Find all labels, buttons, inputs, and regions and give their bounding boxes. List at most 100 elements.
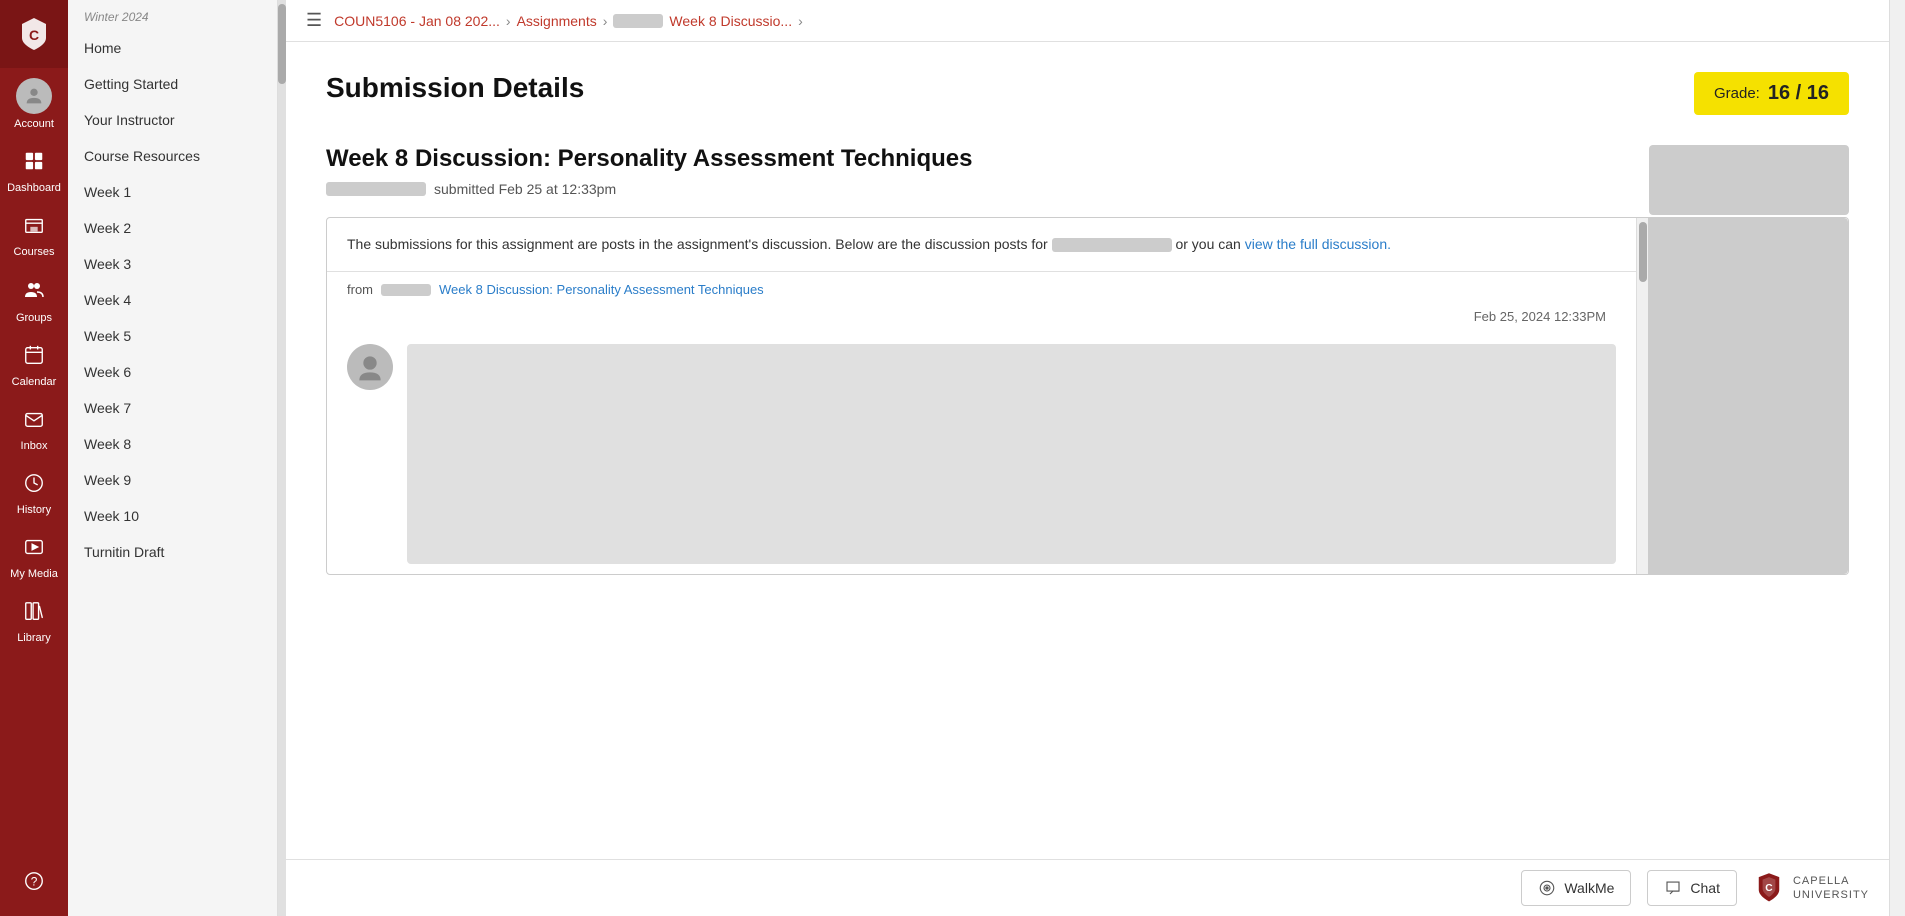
main-content: ☰ COUN5106 - Jan 08 202... › Assignments… [286,0,1889,916]
nav-label-library: Library [17,632,51,644]
sidebar-item-your-instructor[interactable]: Your Instructor [68,102,277,138]
nav-label-groups: Groups [16,312,52,324]
nav-item-dashboard[interactable]: Dashboard [0,140,68,204]
nav-item-library[interactable]: Library [0,590,68,654]
view-full-discussion-link[interactable]: view the full discussion. [1245,236,1391,252]
sidebar-item-home[interactable]: Home [68,30,277,66]
nav-item-inbox[interactable]: Inbox [0,398,68,462]
sidebar-item-course-resources[interactable]: Course Resources [68,138,277,174]
sidebar-season: Winter 2024 [68,0,277,30]
library-icon [23,600,45,628]
history-icon [23,472,45,500]
calendar-icon [23,344,45,372]
avatar [16,78,52,114]
post-body-blurred [407,344,1616,564]
sidebar-item-week-9[interactable]: Week 9 [68,462,277,498]
sidebar-item-getting-started[interactable]: Getting Started [68,66,277,102]
assignment-left: Week 8 Discussion: Personality Assessmen… [326,145,1629,217]
grade-value: 16 / 16 [1768,82,1829,105]
discussion-scroll-thumb [1639,222,1647,282]
discussion-scrollbar[interactable] [1636,218,1648,574]
capella-logo: C CAPELLA UNIVERSITY [1753,872,1869,904]
sidebar-item-week-6[interactable]: Week 6 [68,354,277,390]
inbox-icon [23,408,45,436]
chat-label: Chat [1690,880,1720,896]
submission-info: submitted Feb 25 at 12:33pm [326,181,1629,197]
sidebar-scroll-thumb [278,4,286,84]
sidebar-item-week-5[interactable]: Week 5 [68,318,277,354]
sidebar-item-week-8[interactable]: Week 8 [68,426,277,462]
discussion-intro: The submissions for this assignment are … [347,236,1048,252]
assignment-title: Week 8 Discussion: Personality Assessmen… [326,145,1629,173]
assignment-row: Week 8 Discussion: Personality Assessmen… [326,145,1849,217]
student-name-blurred [1052,238,1172,252]
discussion-topic-link[interactable]: Week 8 Discussion: Personality Assessmen… [439,282,764,297]
discussion-intro-text: The submissions for this assignment are … [327,218,1636,272]
nav-label-courses: Courses [14,246,55,258]
sidebar-item-week-2[interactable]: Week 2 [68,210,277,246]
or-text: or you can [1175,236,1240,252]
breadcrumb-sep-1: › [506,13,511,29]
sidebar-item-week-3[interactable]: Week 3 [68,246,277,282]
svg-text:C: C [1765,883,1773,894]
breadcrumb-discussion[interactable]: Week 8 Discussio... [669,13,792,29]
breadcrumb-assignments[interactable]: Assignments [517,13,597,29]
discussion-date: Feb 25, 2024 12:33PM [327,307,1636,334]
sidebar-item-week-10[interactable]: Week 10 [68,498,277,534]
discussion-from-row: from Week 8 Discussion: Personality Asse… [327,272,1636,307]
left-nav: C Account Dashboard Courses Groups Calen… [0,0,68,916]
dashboard-icon [23,150,45,178]
courseroom-logo[interactable]: C [0,0,68,68]
chat-button[interactable]: Chat [1647,870,1737,906]
nav-item-calendar[interactable]: Calendar [0,334,68,398]
nav-label-calendar: Calendar [12,376,57,388]
from-name-blurred [381,284,431,296]
assignment-right-panel [1649,145,1849,215]
breadcrumb-course[interactable]: COUN5106 - Jan 08 202... [334,13,500,29]
sidebar-item-turnitin-draft[interactable]: Turnitin Draft [68,534,277,570]
my-media-icon [23,536,45,564]
sidebar-item-week-7[interactable]: Week 7 [68,390,277,426]
discussion-container: The submissions for this assignment are … [326,217,1849,575]
breadcrumb-blurred [613,14,663,28]
sidebar-item-week-1[interactable]: Week 1 [68,174,277,210]
nav-item-account[interactable]: Account [0,68,68,140]
submitted-text: submitted Feb 25 at 12:33pm [434,181,616,197]
groups-icon [22,278,46,308]
submitter-name-blurred [326,182,426,196]
post-avatar [347,344,393,390]
nav-item-help[interactable]: ? [0,860,68,908]
right-side-panel-blurred [1648,218,1848,574]
help-icon: ? [23,870,45,898]
nav-item-courses[interactable]: Courses [0,204,68,268]
nav-label-inbox: Inbox [21,440,48,452]
grade-label: Grade: [1714,85,1760,102]
nav-label-dashboard: Dashboard [7,182,61,194]
page-scrollbar[interactable] [1889,0,1905,916]
sidebar-scrollbar[interactable] [278,0,286,916]
nav-item-groups[interactable]: Groups [0,268,68,334]
breadcrumb-sep-3: › [798,13,803,29]
capella-text: CAPELLA UNIVERSITY [1793,874,1869,903]
nav-item-my-media[interactable]: My Media [0,526,68,590]
sidebar-wrapper: Winter 2024 Home Getting Started Your In… [68,0,286,916]
page-title: Submission Details [326,72,584,104]
nav-label-history: History [17,504,51,516]
svg-text:C: C [29,27,39,43]
nav-item-history[interactable]: History [0,462,68,526]
content-header: Submission Details Grade: 16 / 16 [326,72,1849,115]
courses-icon [23,214,45,242]
walkme-label: WalkMe [1564,880,1614,896]
menu-icon[interactable]: ☰ [306,10,322,31]
discussion-main: The submissions for this assignment are … [327,218,1636,574]
discussion-post [327,334,1636,574]
nav-label-account: Account [14,118,54,130]
walkme-button[interactable]: WalkMe [1521,870,1631,906]
from-label: from [347,282,373,297]
breadcrumb-sep-2: › [603,13,608,29]
sidebar-item-week-4[interactable]: Week 4 [68,282,277,318]
chat-icon [1664,879,1682,897]
svg-text:?: ? [31,875,38,889]
bottom-bar: WalkMe Chat C CAPELLA UNIVERSITY [286,859,1889,916]
content-area: Submission Details Grade: 16 / 16 Week 8… [286,42,1889,859]
